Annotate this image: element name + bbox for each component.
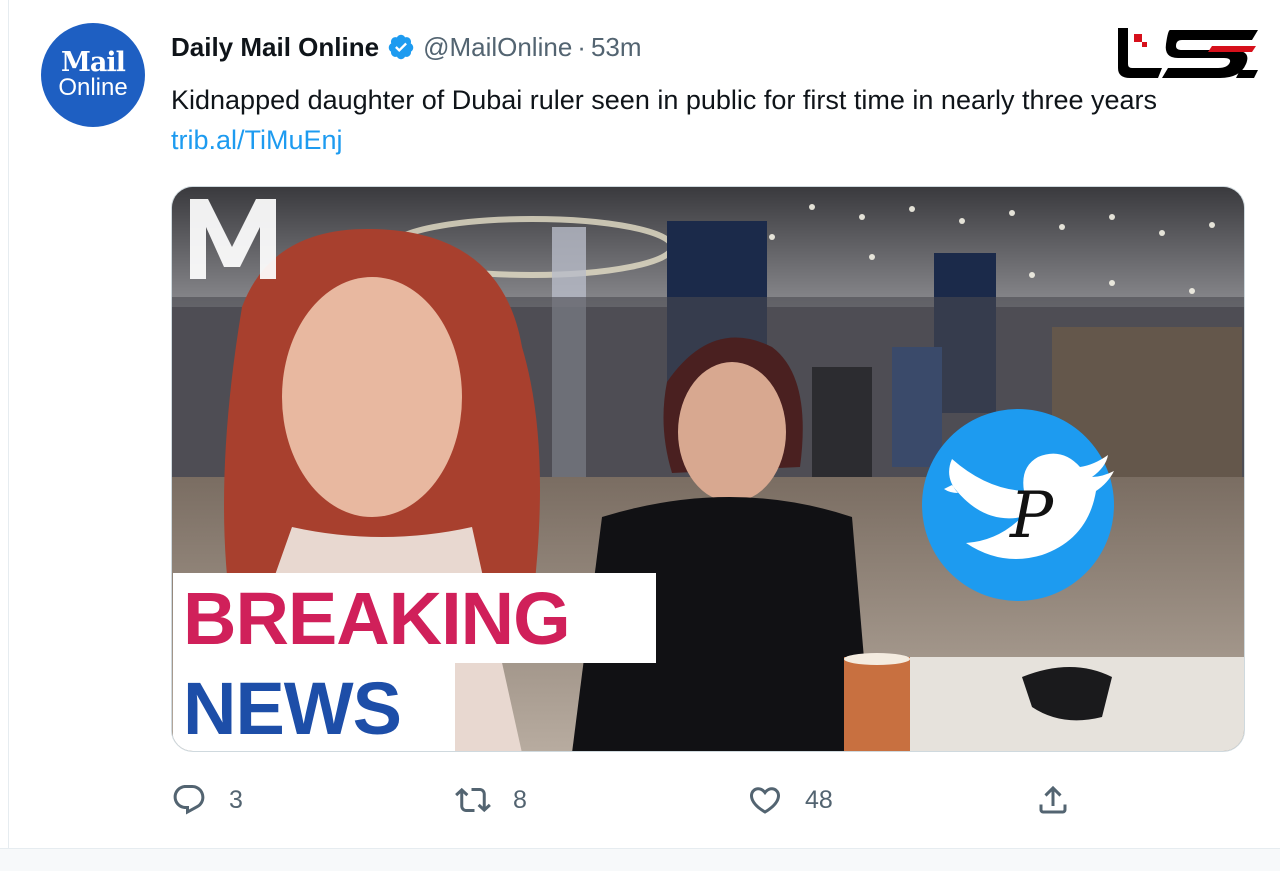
twitter-bird-icon: P	[922, 409, 1114, 601]
avatar[interactable]: Mail Online	[41, 23, 145, 127]
avatar-line2: Online	[58, 74, 128, 101]
watermark-letter: P	[1009, 479, 1054, 553]
display-name[interactable]: Daily Mail Online	[171, 32, 379, 63]
timestamp[interactable]: 53m	[591, 32, 642, 63]
retweet-button[interactable]: 8	[455, 778, 527, 822]
like-icon	[749, 787, 781, 814]
tweet-link[interactable]: trib.al/TiMuEnj	[171, 125, 343, 155]
verified-badge-icon	[388, 34, 414, 60]
handle[interactable]: @MailOnline	[423, 32, 572, 63]
tweet-header: Daily Mail Online @MailOnline · 53m	[171, 30, 642, 64]
reply-icon	[173, 785, 205, 815]
breaking-banner-line1: BREAKING	[173, 573, 656, 663]
retweet-icon	[455, 787, 491, 813]
like-button[interactable]: 48	[747, 778, 833, 822]
share-icon	[1039, 785, 1067, 814]
tweet-text: Kidnapped daughter of Dubai ruler seen i…	[171, 80, 1191, 160]
share-button[interactable]	[1035, 778, 1093, 822]
reply-button[interactable]: 3	[171, 778, 243, 822]
timeline-divider	[0, 848, 1280, 871]
breaking-text: BREAKING	[183, 576, 571, 660]
avatar-line1: Mail	[61, 47, 126, 78]
breaking-banner-line2: NEWS	[173, 663, 455, 751]
tweet-media-image[interactable]: BREAKING NEWS P	[171, 186, 1245, 752]
separator-dot: ·	[577, 31, 586, 62]
reply-count: 3	[229, 785, 243, 814]
brand-logo-icon	[1118, 28, 1258, 78]
news-text: NEWS	[183, 666, 402, 750]
tweet-body: Kidnapped daughter of Dubai ruler seen i…	[171, 85, 1158, 115]
like-count: 48	[805, 785, 833, 814]
retweet-count: 8	[513, 785, 527, 814]
tweet-actions: 3 8 48	[171, 778, 1091, 822]
